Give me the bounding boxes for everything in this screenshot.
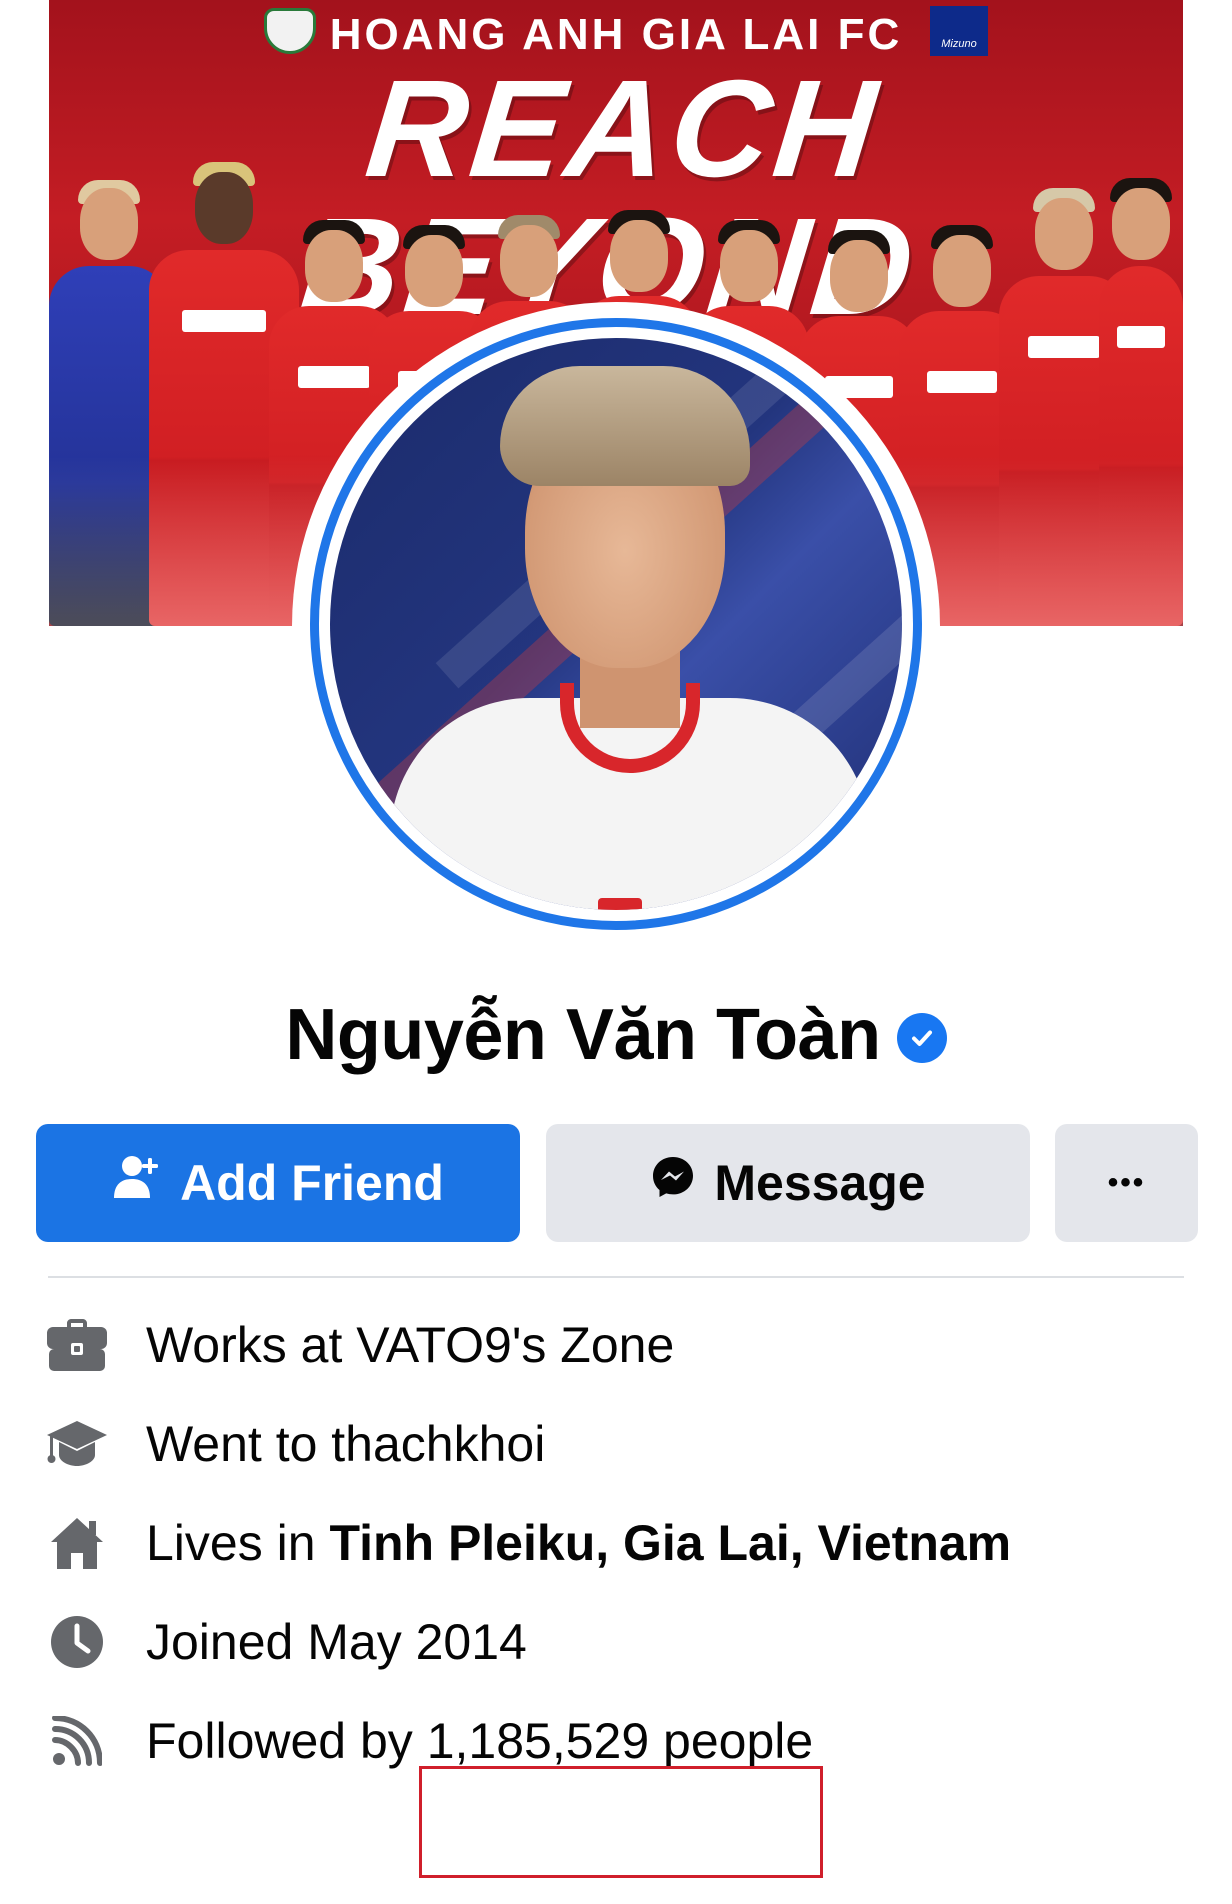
intro-home-prefix: Lives in bbox=[146, 1515, 330, 1571]
avatar-badge bbox=[598, 898, 642, 910]
profile-picture[interactable] bbox=[310, 318, 922, 930]
intro-item-home: Lives in Tinh Pleiku, Gia Lai, Vietnam bbox=[0, 1488, 1232, 1598]
intro-education-text: Went to thachkhoi bbox=[146, 1415, 545, 1473]
intro-followers-text: Followed by 1,185,529 people bbox=[146, 1712, 813, 1770]
hometown-link[interactable]: Tinh Pleiku, Gia Lai, Vietnam bbox=[329, 1515, 1011, 1571]
intro-education-prefix: Went to bbox=[146, 1416, 332, 1472]
profile-actions: Add Friend Message ••• bbox=[36, 1124, 1198, 1242]
rss-feed-icon bbox=[46, 1710, 108, 1772]
clock-icon bbox=[46, 1611, 108, 1673]
verified-badge-icon bbox=[896, 1013, 947, 1063]
intro-item-joined: Joined May 2014 bbox=[0, 1587, 1232, 1697]
message-label: Message bbox=[714, 1155, 926, 1211]
profile-name-row: Nguyễn Văn Toàn bbox=[0, 990, 1232, 1080]
intro-item-work: Works at VATO9's Zone bbox=[0, 1290, 1232, 1400]
house-icon bbox=[46, 1512, 108, 1574]
add-friend-label: Add Friend bbox=[180, 1155, 444, 1211]
profile-name: Nguyễn Văn Toàn bbox=[285, 995, 881, 1075]
intro-followers-prefix: Followed by bbox=[146, 1713, 427, 1769]
intro-joined-text: Joined May 2014 bbox=[146, 1614, 527, 1670]
school-link[interactable]: thachkhoi bbox=[331, 1416, 545, 1472]
intro-work-text: Works at VATO9's Zone bbox=[146, 1316, 674, 1374]
intro-item-education: Went to thachkhoi bbox=[0, 1389, 1232, 1499]
sponsor-logo: Mizuno bbox=[930, 6, 988, 56]
message-button[interactable]: Message bbox=[546, 1124, 1030, 1242]
section-divider bbox=[48, 1276, 1184, 1278]
followers-highlight-box bbox=[419, 1766, 823, 1878]
more-dots-icon: ••• bbox=[1107, 1166, 1146, 1199]
add-person-icon bbox=[112, 1152, 162, 1214]
briefcase-icon bbox=[46, 1314, 108, 1376]
workplace-link[interactable]: VATO9's Zone bbox=[356, 1317, 674, 1373]
more-options-button[interactable]: ••• bbox=[1055, 1124, 1198, 1242]
add-friend-button[interactable]: Add Friend bbox=[36, 1124, 520, 1242]
graduation-cap-icon bbox=[46, 1413, 108, 1475]
intro-work-prefix: Works at bbox=[146, 1317, 357, 1373]
followers-count-link[interactable]: 1,185,529 people bbox=[427, 1713, 813, 1769]
messenger-icon bbox=[650, 1154, 696, 1212]
intro-home-text: Lives in Tinh Pleiku, Gia Lai, Vietnam bbox=[146, 1514, 1011, 1572]
